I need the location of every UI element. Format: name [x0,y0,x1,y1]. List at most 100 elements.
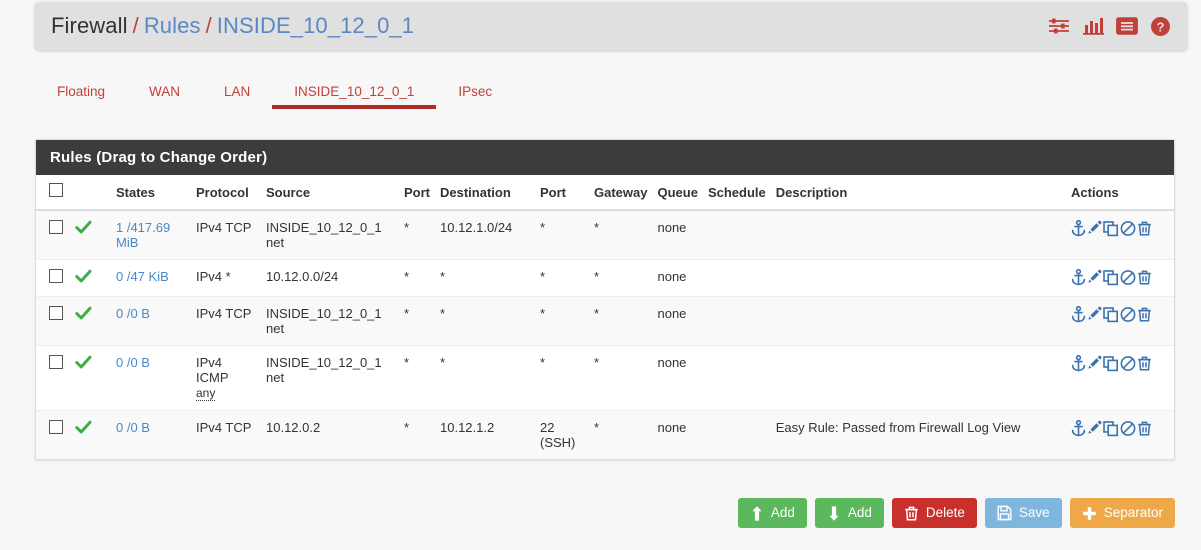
breadcrumb-root: Firewall [51,13,128,38]
column-protocol[interactable]: Protocol [191,175,261,211]
anchor-icon[interactable] [1071,355,1086,372]
rule-states-link[interactable]: 0 /0 B [116,306,150,321]
table-row[interactable]: 1 /417.69 MiB IPv4 TCP INSIDE_10_12_0_1 ne… [36,209,1174,260]
table-header-row: States Protocol Source Port Destination … [36,175,1174,211]
rule-queue-cell: none [652,209,703,260]
ban-icon[interactable] [1120,355,1136,372]
rule-states-link[interactable]: 1 /417.69 MiB [116,220,170,250]
arrow-up-icon [750,505,764,522]
pencil-icon[interactable] [1087,306,1102,323]
column-destination[interactable]: Destination [435,175,535,211]
breadcrumb-current-interface[interactable]: INSIDE_10_12_0_1 [217,13,414,38]
trash-icon[interactable] [1137,420,1152,437]
bar-chart-icon[interactable] [1083,16,1104,36]
rule-destination-cell: 10.12.1.0/24 [435,209,535,260]
row-select-cell [36,410,70,459]
rule-queue-cell: none [652,259,703,297]
separator-button-4[interactable]: Separator [1069,498,1175,528]
tab-floating[interactable]: Floating [35,76,127,109]
column-gateway[interactable]: Gateway [589,175,653,211]
column-status [70,175,106,211]
rule-source-port-cell: * [399,259,435,297]
rule-dest-port-cell: * [535,296,589,346]
button-label: Add [847,505,872,520]
copy-icon[interactable] [1103,355,1119,372]
column-dest-port[interactable]: Port [535,175,589,211]
pencil-icon[interactable] [1087,420,1102,437]
column-source-port[interactable]: Port [399,175,435,211]
tab-wan[interactable]: WAN [127,76,202,109]
anchor-icon[interactable] [1071,269,1086,286]
table-row[interactable]: 0 /47 KiB IPv4 * 10.12.0.0/24 * * * * none [36,259,1174,297]
row-checkbox[interactable] [49,420,63,434]
ban-icon[interactable] [1120,420,1136,437]
list-icon[interactable] [1116,17,1138,35]
copy-icon[interactable] [1103,269,1119,286]
copy-icon[interactable] [1103,420,1119,437]
help-circle-icon[interactable]: ? [1150,16,1171,37]
row-checkbox[interactable] [49,220,63,234]
row-select-cell [36,259,70,297]
column-description[interactable]: Description [770,175,1066,211]
button-label: Delete [925,505,965,520]
pencil-icon[interactable] [1087,220,1102,237]
trash-icon[interactable] [1137,220,1152,237]
ban-icon[interactable] [1120,220,1136,237]
tab-ipsec[interactable]: IPsec [436,76,514,109]
copy-icon[interactable] [1103,220,1119,237]
rule-description-cell [770,345,1066,411]
breadcrumb-separator-2: / [205,13,212,38]
breadcrumb-link-rules[interactable]: Rules [144,13,201,38]
column-states[interactable]: States [106,175,191,211]
pass-check-icon [75,269,92,287]
copy-icon[interactable] [1103,306,1119,323]
rule-dest-port-cell: * [535,209,589,260]
table-row[interactable]: 0 /0 B IPv4 TCP INSIDE_10_12_0_1 net * * * * no… [36,296,1174,346]
trash-icon[interactable] [1137,355,1152,372]
column-queue[interactable]: Queue [652,175,703,211]
trash-icon[interactable] [1137,306,1152,323]
rule-schedule-cell [702,209,771,260]
add-button-1[interactable]: Add [814,498,884,528]
trash-icon[interactable] [1137,269,1152,286]
rule-states-link[interactable]: 0 /0 B [116,420,150,435]
column-schedule[interactable]: Schedule [702,175,771,211]
rule-queue-cell: none [652,345,703,411]
breadcrumb-separator-1: / [132,13,139,38]
rule-protocol-cell: IPv4 TCP [191,296,261,346]
rule-states-link[interactable]: 0 /47 KiB [116,269,169,284]
rule-source-port-cell: * [399,410,435,459]
rule-destination-cell: * [435,259,535,297]
tab-inside-10-12-0-1[interactable]: INSIDE_10_12_0_1 [272,76,437,109]
add-button-0[interactable]: Add [737,498,807,528]
sliders-icon[interactable] [1048,16,1071,36]
tab-lan[interactable]: LAN [202,76,272,109]
anchor-icon[interactable] [1071,220,1086,237]
pass-check-icon [75,420,92,438]
panel-title: Rules (Drag to Change Order) [36,140,1174,175]
pencil-icon[interactable] [1087,355,1102,372]
table-row[interactable]: 0 /0 B IPv4 ICMP any INSIDE_10_12_0_1 net * *… [36,345,1174,411]
save-button-3[interactable]: Save [984,498,1062,528]
row-checkbox[interactable] [49,355,63,369]
rule-source-cell: INSIDE_10_12_0_1 net [261,345,399,411]
row-checkbox[interactable] [49,269,63,283]
anchor-icon[interactable] [1071,306,1086,323]
rule-states-link[interactable]: 0 /0 B [116,355,150,370]
svg-text:?: ? [1157,19,1165,34]
column-source[interactable]: Source [261,175,399,211]
select-all-checkbox[interactable] [49,183,63,197]
table-row[interactable]: 0 /0 B IPv4 TCP 10.12.0.2 * 10.12.1.2 22 (SSH… [36,410,1174,459]
breadcrumb: Firewall / Rules / INSIDE_10_12_0_1 [51,13,414,39]
ban-icon[interactable] [1120,306,1136,323]
rule-icmp-type-tooltip[interactable]: any [196,386,216,401]
button-label: Add [770,505,795,520]
ban-icon[interactable] [1120,269,1136,286]
rule-schedule-cell [702,410,771,459]
rule-action-icon-group [1071,220,1153,237]
pencil-icon[interactable] [1087,269,1102,286]
rule-status-cell [70,259,106,297]
anchor-icon[interactable] [1071,420,1086,437]
row-checkbox[interactable] [49,306,63,320]
delete-button-2[interactable]: Delete [891,498,977,528]
